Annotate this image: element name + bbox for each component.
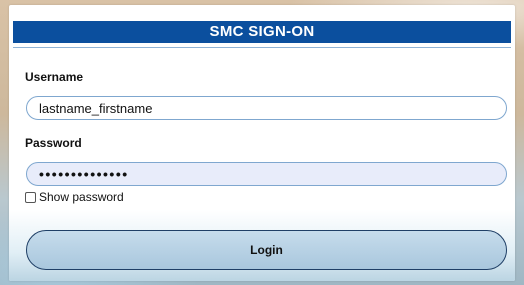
password-input[interactable]: [26, 162, 507, 186]
login-button[interactable]: Login: [26, 230, 507, 270]
password-label: Password: [25, 136, 82, 150]
username-input[interactable]: [26, 96, 507, 120]
sign-on-panel: SMC SIGN-ON Username Password Show passw…: [9, 5, 515, 281]
show-password-checkbox[interactable]: [25, 191, 36, 203]
show-password-row[interactable]: Show password: [25, 189, 124, 205]
show-password-label[interactable]: Show password: [39, 190, 124, 204]
sign-on-header: SMC SIGN-ON: [13, 21, 511, 43]
username-label: Username: [25, 70, 84, 84]
header-divider: [13, 47, 511, 48]
